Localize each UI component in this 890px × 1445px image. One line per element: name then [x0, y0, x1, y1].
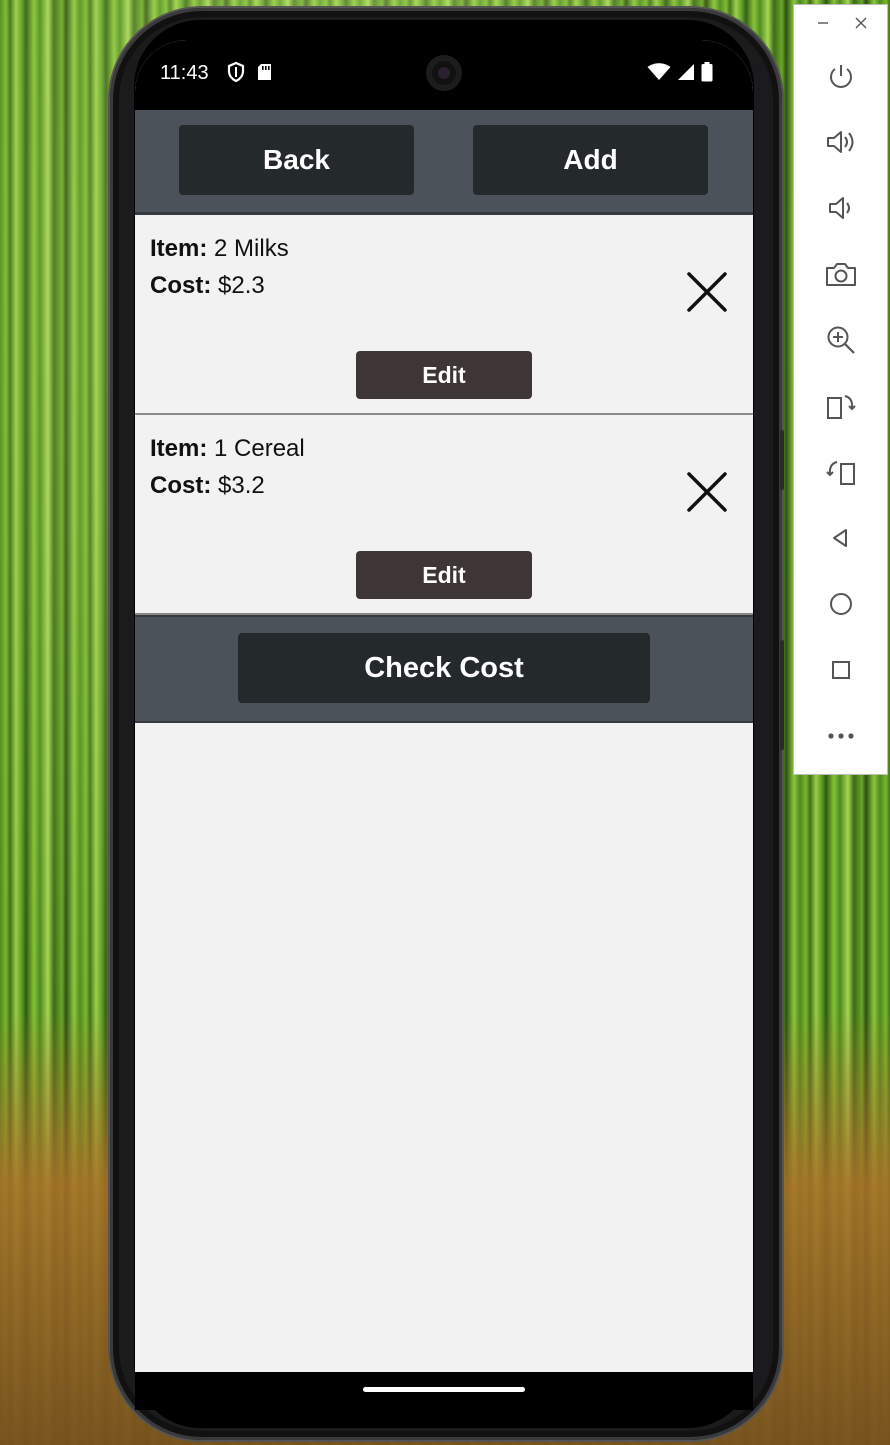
top-action-bar: Back Add [135, 110, 753, 215]
power-icon[interactable] [818, 53, 864, 99]
close-icon[interactable] [854, 15, 868, 35]
minimize-icon[interactable] [816, 15, 830, 35]
back-button[interactable]: Back [179, 125, 414, 195]
check-cost-button[interactable]: Check Cost [238, 633, 650, 703]
item-name-line: Item: 2 Milks [150, 235, 289, 263]
phone-side-button [780, 430, 784, 490]
sd-card-icon [257, 63, 272, 86]
emulator-toolbar [793, 4, 888, 775]
shield-icon [227, 61, 245, 87]
list-item: Item: 2 Milks Cost: $2.3 Edit [135, 215, 753, 415]
volume-down-icon[interactable] [818, 185, 864, 231]
add-button[interactable]: Add [473, 125, 708, 195]
item-value: 2 Milks [214, 235, 289, 262]
rotate-right-icon[interactable] [818, 449, 864, 495]
edit-button[interactable]: Edit [356, 351, 532, 399]
gesture-nav-bar [135, 1372, 753, 1410]
more-icon[interactable] [818, 713, 864, 759]
battery-icon [701, 62, 713, 87]
front-camera [426, 55, 462, 91]
overview-icon[interactable] [818, 647, 864, 693]
item-label: Item: [150, 435, 208, 462]
cost-label: Cost: [150, 472, 212, 499]
volume-up-icon[interactable] [818, 119, 864, 165]
home-icon[interactable] [818, 581, 864, 627]
signal-icon [677, 63, 695, 86]
check-cost-bar: Check Cost [135, 615, 753, 723]
cost-value: $2.3 [218, 272, 265, 299]
close-icon[interactable] [685, 470, 729, 514]
home-gesture-pill[interactable] [363, 1387, 525, 1392]
status-time: 11:43 [160, 62, 209, 84]
edit-button[interactable]: Edit [356, 551, 532, 599]
item-label: Item: [150, 235, 208, 262]
cost-label: Cost: [150, 272, 212, 299]
wifi-icon [647, 63, 671, 86]
close-icon[interactable] [685, 270, 729, 314]
item-name-line: Item: 1 Cereal [150, 435, 305, 463]
list-item: Item: 1 Cereal Cost: $3.2 Edit [135, 415, 753, 615]
zoom-icon[interactable] [818, 317, 864, 363]
phone-volume-button [780, 640, 784, 750]
item-cost-line: Cost: $2.3 [150, 272, 265, 300]
back-icon[interactable] [818, 515, 864, 561]
phone-screen: 11:43 Back Add Item: 2 Milks Cost: $2.3 … [135, 40, 753, 1410]
item-cost-line: Cost: $3.2 [150, 472, 265, 500]
cost-value: $3.2 [218, 472, 265, 499]
status-bar: 11:43 [135, 40, 753, 110]
item-value: 1 Cereal [214, 435, 305, 462]
rotate-left-icon[interactable] [818, 383, 864, 429]
camera-icon[interactable] [818, 251, 864, 297]
